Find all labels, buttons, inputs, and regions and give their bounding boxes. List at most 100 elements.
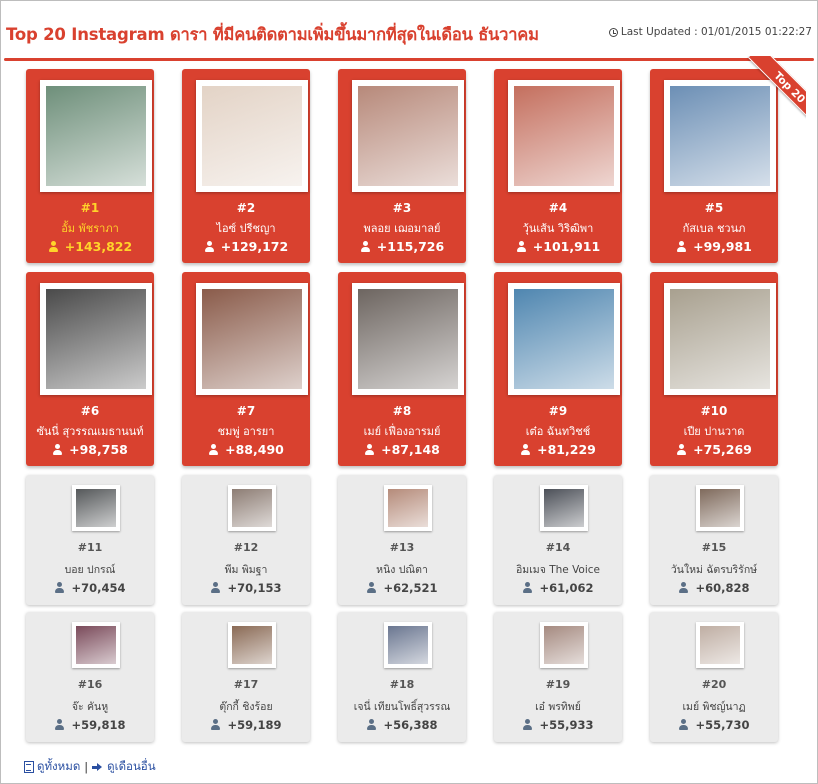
- ranking-card[interactable]: #17 ตุ๊กกี้ ชิงร้อย +59,189: [182, 612, 310, 742]
- profile-image: [700, 489, 740, 527]
- profile-photo[interactable]: [72, 485, 120, 531]
- follower-gain: +70,153: [182, 581, 310, 595]
- celebrity-name[interactable]: บอย ปกรณ์: [26, 561, 154, 578]
- celebrity-name[interactable]: พีม พิมฐา: [182, 561, 310, 578]
- ranking-card[interactable]: #13 หนิง ปณิตา +62,521: [338, 475, 466, 605]
- follower-gain: +61,062: [494, 581, 622, 595]
- celebrity-name[interactable]: เมย์ เฟื่องอารมย์: [338, 422, 466, 440]
- profile-photo[interactable]: [40, 80, 152, 192]
- celebrity-name[interactable]: เปีย ปานวาด: [650, 422, 778, 440]
- profile-photo[interactable]: [664, 283, 776, 395]
- celebrity-name[interactable]: เอ๋ พรทิพย์: [494, 698, 622, 715]
- profile-photo[interactable]: [696, 485, 744, 531]
- rank-number: #13: [389, 541, 415, 554]
- profile-photo[interactable]: [72, 622, 120, 668]
- rank-number: #5: [704, 201, 724, 215]
- follower-gain-value: +59,818: [71, 718, 126, 732]
- rank-number: #11: [77, 541, 103, 554]
- footer-links: ดูทั้งหมด | ดูเดือนอื่น: [24, 758, 156, 776]
- user-icon: [210, 582, 221, 593]
- top20-ribbon: Top 20: [736, 56, 806, 126]
- profile-photo[interactable]: [352, 80, 464, 192]
- ranking-card[interactable]: #20 เมย์ พิชญ์นาฏ +55,730: [650, 612, 778, 742]
- celebrity-name[interactable]: พลอย เฌอมาลย์: [338, 219, 466, 237]
- celebrity-name[interactable]: เมย์ พิชญ์นาฏ: [650, 698, 778, 715]
- profile-photo[interactable]: [696, 622, 744, 668]
- view-all-label: ดูทั้งหมด: [37, 759, 81, 773]
- view-all-link[interactable]: ดูทั้งหมด: [24, 758, 80, 776]
- ranking-card[interactable]: #16 จ๊ะ คันหู +59,818: [26, 612, 154, 742]
- page-title: Top 20 Instagram ดารา ที่มีคนติดตามเพิ่ม…: [6, 25, 539, 44]
- rank-number: #6: [80, 404, 100, 418]
- profile-photo[interactable]: [228, 485, 276, 531]
- rank-number: #4: [548, 201, 568, 215]
- celebrity-name[interactable]: จ๊ะ คันหู: [26, 698, 154, 715]
- title-divider: [4, 58, 814, 61]
- follower-gain: +70,454: [26, 581, 154, 595]
- other-months-link[interactable]: ดูเดือนอื่น: [92, 758, 156, 776]
- profile-photo[interactable]: [540, 485, 588, 531]
- rank-number: #10: [700, 404, 728, 418]
- celebrity-name[interactable]: วันใหม่ ฉัตรบริรักษ์: [650, 561, 778, 578]
- profile-photo[interactable]: [508, 80, 620, 192]
- profile-photo[interactable]: [384, 485, 432, 531]
- ranking-card[interactable]: #19 เอ๋ พรทิพย์ +55,933: [494, 612, 622, 742]
- ranking-card[interactable]: #14 อิมเมจ The Voice +61,062: [494, 475, 622, 605]
- ranking-card[interactable]: #12 พีม พิมฐา +70,153: [182, 475, 310, 605]
- user-icon: [366, 582, 377, 593]
- celebrity-name[interactable]: เจนี่ เทียนโพธิ์สุวรรณ: [338, 698, 466, 715]
- ranking-card[interactable]: #7 ชมพู่ อารยา +88,490: [182, 272, 310, 466]
- profile-photo[interactable]: [196, 80, 308, 192]
- profile-photo[interactable]: [540, 622, 588, 668]
- ranking-card[interactable]: #9 เต๋อ ฉันทวิชช์ +81,229: [494, 272, 622, 466]
- celebrity-name[interactable]: ไอซ์ ปรีชญา: [182, 219, 310, 237]
- ranking-card[interactable]: #1 อั้ม พัชราภา +143,822: [26, 69, 154, 263]
- follower-gain: +62,521: [338, 581, 466, 595]
- follower-gain-value: +70,454: [71, 581, 126, 595]
- follower-gain-value: +55,730: [695, 718, 750, 732]
- celebrity-name[interactable]: ชมพู่ อารยา: [182, 422, 310, 440]
- user-icon: [678, 719, 689, 730]
- follower-gain: +75,269: [650, 442, 778, 457]
- profile-image: [700, 626, 740, 664]
- follower-gain: +60,828: [650, 581, 778, 595]
- follower-gain-value: +87,148: [381, 442, 440, 457]
- profile-photo[interactable]: [384, 622, 432, 668]
- celebrity-name[interactable]: วุ้นเส้น วิริฒิพา: [494, 219, 622, 237]
- user-icon: [522, 719, 533, 730]
- ranking-card[interactable]: #8 เมย์ เฟื่องอารมย์ +87,148: [338, 272, 466, 466]
- profile-image: [514, 86, 614, 186]
- celebrity-name[interactable]: กัสเบล ชวนภ: [650, 219, 778, 237]
- ranking-card[interactable]: #11 บอย ปกรณ์ +70,454: [26, 475, 154, 605]
- profile-photo[interactable]: [196, 283, 308, 395]
- ranking-card[interactable]: #6 ซันนี่ สุวรรณเมธานนท์ +98,758: [26, 272, 154, 466]
- follower-gain-value: +98,758: [69, 442, 128, 457]
- profile-photo[interactable]: [508, 283, 620, 395]
- follower-gain-value: +70,153: [227, 581, 282, 595]
- celebrity-name[interactable]: หนิง ปณิตา: [338, 561, 466, 578]
- profile-image: [388, 489, 428, 527]
- celebrity-name[interactable]: อิมเมจ The Voice: [494, 561, 622, 578]
- celebrity-name[interactable]: เต๋อ ฉันทวิชช์: [494, 422, 622, 440]
- rank-number: #17: [233, 678, 259, 691]
- celebrity-name[interactable]: อั้ม พัชราภา: [26, 219, 154, 237]
- footer-separator: |: [84, 760, 89, 774]
- follower-gain: +59,189: [182, 718, 310, 732]
- celebrity-name[interactable]: ตุ๊กกี้ ชิงร้อย: [182, 698, 310, 715]
- profile-photo[interactable]: [228, 622, 276, 668]
- ranking-card[interactable]: #4 วุ้นเส้น วิริฒิพา +101,911: [494, 69, 622, 263]
- user-icon: [48, 241, 59, 252]
- ranking-card[interactable]: #3 พลอย เฌอมาลย์ +115,726: [338, 69, 466, 263]
- celebrity-name[interactable]: ซันนี่ สุวรรณเมธานนท์: [26, 422, 154, 440]
- page-header: Top 20 Instagram ดารา ที่มีคนติดตามเพิ่ม…: [4, 18, 814, 48]
- ranking-card[interactable]: #2 ไอซ์ ปรีชญา +129,172: [182, 69, 310, 263]
- ranking-card[interactable]: #15 วันใหม่ ฉัตรบริรักษ์ +60,828: [650, 475, 778, 605]
- ranking-card[interactable]: #18 เจนี่ เทียนโพธิ์สุวรรณ +56,388: [338, 612, 466, 742]
- ranking-card[interactable]: #10 เปีย ปานวาด +75,269: [650, 272, 778, 466]
- profile-photo[interactable]: [352, 283, 464, 395]
- profile-photo[interactable]: [40, 283, 152, 395]
- clock-icon: [608, 27, 618, 37]
- user-icon: [522, 582, 533, 593]
- rank-number: #1: [80, 201, 100, 215]
- follower-gain: +81,229: [494, 442, 622, 457]
